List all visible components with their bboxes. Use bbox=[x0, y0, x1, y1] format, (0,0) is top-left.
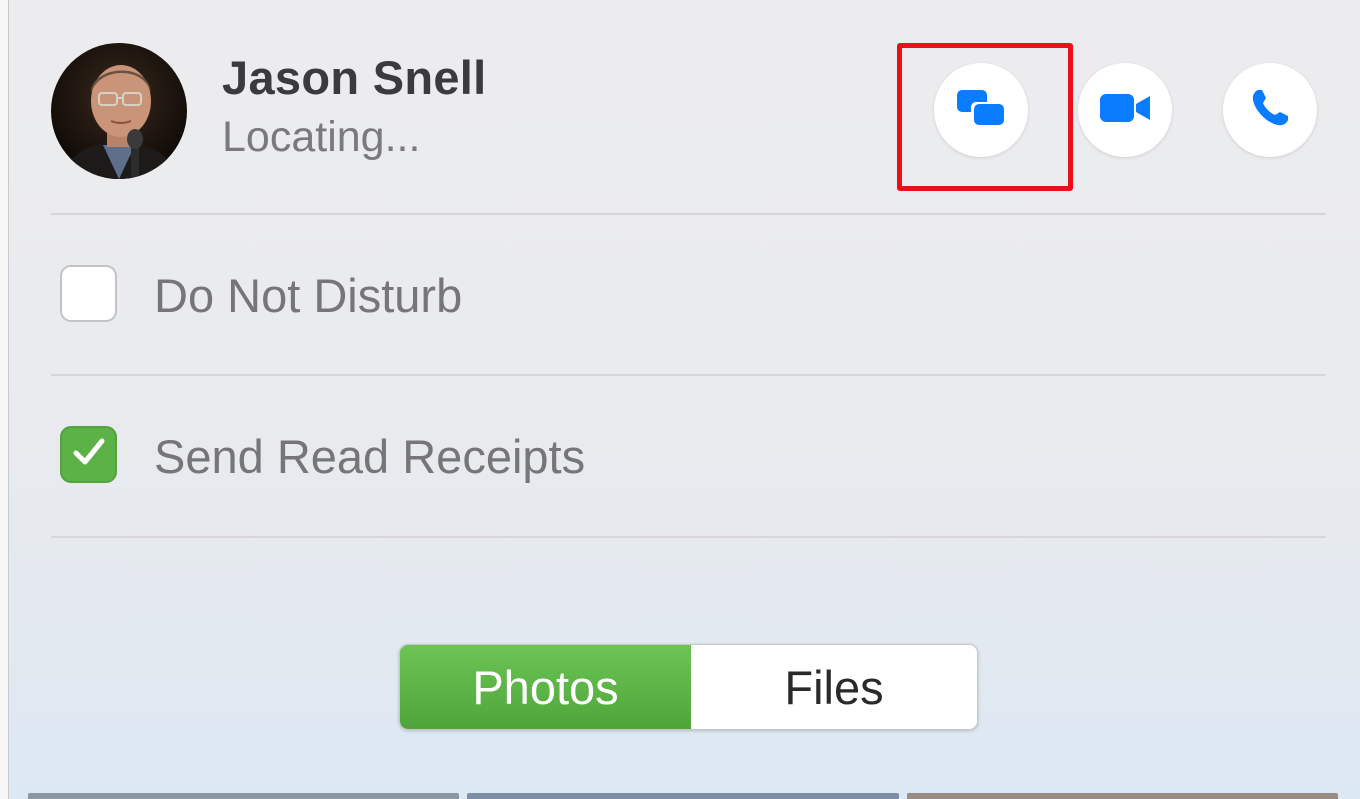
do-not-disturb-checkbox[interactable] bbox=[60, 265, 117, 322]
window-left-edge bbox=[0, 0, 9, 799]
checkmark-icon bbox=[72, 437, 106, 472]
video-camera-icon bbox=[1098, 91, 1152, 130]
photo-thumbnail[interactable] bbox=[906, 793, 1338, 799]
send-read-receipts-checkbox[interactable] bbox=[60, 426, 117, 483]
avatar bbox=[51, 43, 187, 179]
send-read-receipts-label: Send Read Receipts bbox=[154, 430, 586, 483]
tab-files[interactable]: Files bbox=[691, 645, 977, 729]
photo-thumbnail[interactable] bbox=[467, 793, 899, 799]
phone-call-button[interactable] bbox=[1223, 63, 1317, 157]
contact-name: Jason Snell bbox=[222, 51, 487, 104]
divider bbox=[51, 213, 1326, 215]
divider bbox=[51, 374, 1326, 376]
message-bubbles-icon bbox=[955, 88, 1007, 133]
phone-icon bbox=[1249, 87, 1291, 134]
photo-thumbnail[interactable] bbox=[28, 793, 460, 799]
tab-photos[interactable]: Photos bbox=[400, 645, 691, 729]
contact-status: Locating... bbox=[222, 113, 421, 161]
divider bbox=[51, 536, 1326, 538]
photo-thumbnails bbox=[28, 793, 1338, 799]
message-button[interactable] bbox=[934, 63, 1028, 157]
media-segmented-control: Photos Files bbox=[399, 644, 978, 730]
do-not-disturb-label: Do Not Disturb bbox=[154, 269, 463, 322]
video-call-button[interactable] bbox=[1078, 63, 1172, 157]
